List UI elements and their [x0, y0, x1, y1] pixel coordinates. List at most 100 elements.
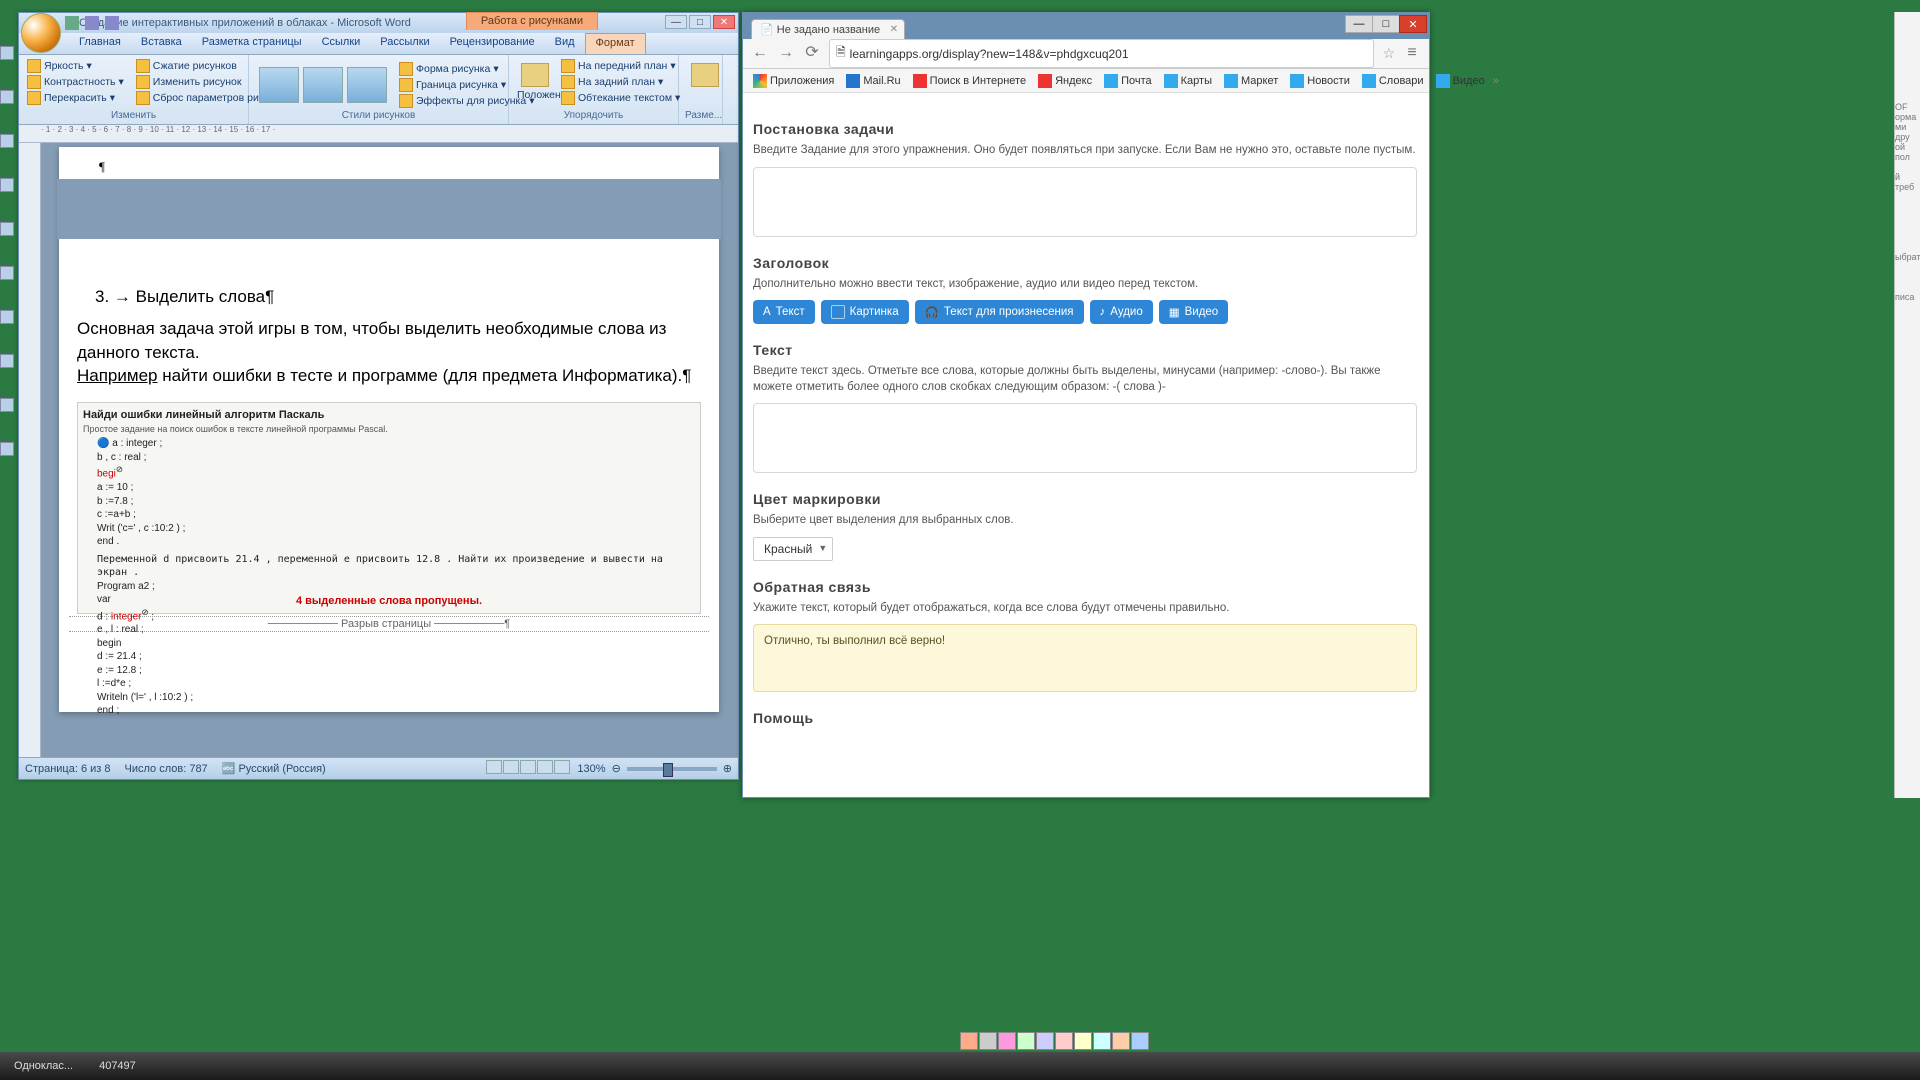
- style-thumb[interactable]: [303, 67, 343, 103]
- code-block-2-intro: Переменной d присвоить 21.4 , переменной…: [83, 553, 695, 580]
- section-header-desc: Дополнительно можно ввести текст, изобра…: [753, 277, 1417, 293]
- bm-yandex[interactable]: Яндекс: [1034, 72, 1096, 90]
- pill-text[interactable]: AТекст: [753, 300, 815, 324]
- embed-footer: 4 выделенные слова пропущены.: [78, 594, 700, 609]
- bm-market[interactable]: Маркет: [1220, 72, 1282, 90]
- embedded-screenshot[interactable]: Найди ошибки линейный алгоритм Паскаль П…: [77, 402, 701, 614]
- tab-mailings[interactable]: Рассылки: [370, 33, 439, 54]
- bring-front-button[interactable]: На передний план ▾: [559, 59, 682, 73]
- zoom-slider[interactable]: [627, 767, 717, 771]
- bm-dict[interactable]: Словари: [1358, 72, 1428, 90]
- border-icon: [399, 78, 413, 92]
- tab-home[interactable]: Главная: [69, 33, 131, 54]
- tab-view[interactable]: Вид: [545, 33, 585, 54]
- group-label-styles: Стили рисунков: [255, 110, 502, 122]
- view-buttons[interactable]: [486, 760, 571, 777]
- bm-video[interactable]: Видео: [1432, 72, 1489, 90]
- chrome-tab[interactable]: 📄 Не задано название ✕: [751, 19, 905, 39]
- image-icon: [831, 305, 845, 319]
- pill-audio[interactable]: ♪Аудио: [1090, 300, 1153, 324]
- bm-mail[interactable]: Почта: [1100, 72, 1156, 90]
- yandex-icon: [1038, 74, 1052, 88]
- status-page[interactable]: Страница: 6 из 8: [25, 763, 111, 775]
- search-icon: [913, 74, 927, 88]
- tab-format[interactable]: Формат: [585, 33, 646, 54]
- maximize-button[interactable]: □: [1372, 15, 1400, 33]
- bm-news[interactable]: Новости: [1286, 72, 1354, 90]
- compress-icon: [136, 59, 150, 73]
- bm-search[interactable]: Поиск в Интернете: [909, 72, 1030, 90]
- redo-icon[interactable]: [105, 16, 119, 30]
- close-button[interactable]: ✕: [1399, 15, 1427, 33]
- chrome-window: 📄 Не задано название ✕ — □ ✕ ← → ⟳ 🗎 lea…: [742, 12, 1430, 798]
- minimize-button[interactable]: —: [665, 15, 687, 29]
- feedback-input[interactable]: Отлично, ты выполнил всё верно!: [753, 624, 1417, 692]
- ruler-vertical[interactable]: [19, 143, 41, 757]
- address-bar[interactable]: 🗎 learningapps.org/display?new=148&v=phd…: [829, 39, 1374, 68]
- pill-image[interactable]: Картинка: [821, 300, 909, 324]
- quick-access-toolbar[interactable]: [65, 16, 119, 30]
- pill-tts[interactable]: 🎧Текст для произнесения: [915, 300, 1084, 324]
- section-header-title: Заголовок: [753, 255, 1417, 271]
- status-words[interactable]: Число слов: 787: [125, 763, 208, 775]
- reload-button[interactable]: ⟳: [803, 45, 821, 63]
- close-tab-icon[interactable]: ✕: [890, 24, 898, 35]
- tab-layout[interactable]: Разметка страницы: [192, 33, 312, 54]
- tab-title: Не задано название: [777, 24, 880, 36]
- style-thumb[interactable]: [347, 67, 387, 103]
- position-button[interactable]: Положение: [515, 59, 555, 110]
- size-button[interactable]: [685, 59, 725, 93]
- document-page[interactable]: ¶ 3. → Выделить слова¶ Основная задача э…: [59, 147, 719, 712]
- back-button[interactable]: ←: [751, 45, 769, 63]
- close-button[interactable]: ✕: [713, 15, 735, 29]
- tab-references[interactable]: Ссылки: [312, 33, 371, 54]
- minimize-button[interactable]: —: [1345, 15, 1373, 33]
- group-label-size: Разме...: [685, 110, 716, 122]
- taskbar-item[interactable]: Одноклас...: [6, 1058, 81, 1074]
- effects-icon: [399, 94, 413, 108]
- page-content[interactable]: Постановка задачи Введите Задание для эт…: [743, 93, 1429, 797]
- status-lang[interactable]: 🔤 Русский (Россия): [222, 762, 326, 775]
- task-input[interactable]: [753, 167, 1417, 237]
- background-window-sliver: OFормами друой полй требыбратписа: [1894, 12, 1920, 798]
- text-wrap-button[interactable]: Обтекание текстом ▾: [559, 91, 682, 105]
- mail-icon: [1104, 74, 1118, 88]
- overflow-chevron-icon[interactable]: »: [1493, 75, 1499, 87]
- tab-review[interactable]: Рецензирование: [440, 33, 545, 54]
- contrast-button[interactable]: Контрастность ▾: [25, 75, 126, 89]
- word-statusbar: Страница: 6 из 8 Число слов: 787 🔤 Русск…: [19, 757, 738, 779]
- color-select[interactable]: Красный: [753, 537, 833, 561]
- picture-styles-gallery[interactable]: [255, 63, 391, 107]
- save-icon[interactable]: [65, 16, 79, 30]
- zoom-in-button[interactable]: ⊕: [723, 762, 732, 775]
- taskbar-item[interactable]: 407497: [91, 1058, 144, 1074]
- text-input[interactable]: [753, 403, 1417, 473]
- zoom-out-button[interactable]: ⊖: [612, 762, 621, 775]
- tab-insert[interactable]: Вставка: [131, 33, 192, 54]
- zoom-value[interactable]: 130%: [577, 763, 605, 775]
- office-button[interactable]: [21, 13, 61, 53]
- maps-icon: [1164, 74, 1178, 88]
- send-back-button[interactable]: На задний план ▾: [559, 75, 682, 89]
- group-label-adjust: Изменить: [25, 110, 242, 122]
- forward-button[interactable]: →: [777, 45, 795, 63]
- bm-mailru[interactable]: Mail.Ru: [842, 72, 904, 90]
- zoom-controls: 130% ⊖ ⊕: [486, 760, 732, 777]
- film-icon: ▦: [1169, 305, 1180, 319]
- bookmark-star-icon[interactable]: ☆: [1382, 45, 1395, 62]
- recolor-icon: [27, 91, 41, 105]
- bm-apps[interactable]: Приложения: [749, 72, 838, 90]
- ruler-horizontal[interactable]: · 1 · 2 · 3 · 4 · 5 · 6 · 7 · 8 · 9 · 10…: [19, 125, 738, 143]
- desktop-icons-sliver: [0, 16, 16, 776]
- reset-icon: [136, 91, 150, 105]
- maximize-button[interactable]: □: [689, 15, 711, 29]
- recolor-button[interactable]: Перекрасить ▾: [25, 91, 126, 105]
- style-thumb[interactable]: [259, 67, 299, 103]
- undo-icon[interactable]: [85, 16, 99, 30]
- apps-icon: [753, 74, 767, 88]
- menu-button[interactable]: ≡: [1403, 45, 1421, 63]
- pill-video[interactable]: ▦Видео: [1159, 300, 1228, 324]
- brightness-button[interactable]: Яркость ▾: [25, 59, 126, 73]
- bm-maps[interactable]: Карты: [1160, 72, 1216, 90]
- front-icon: [561, 59, 575, 73]
